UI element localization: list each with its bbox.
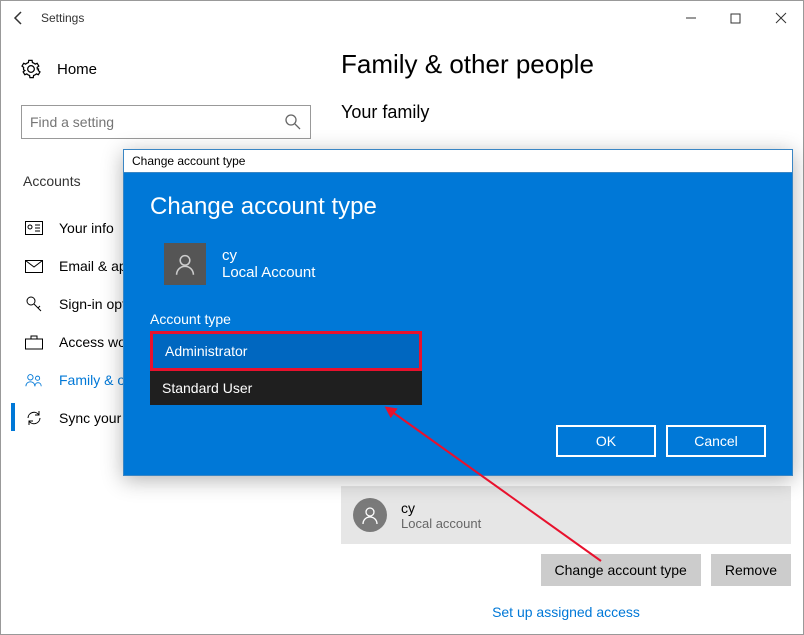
account-type-label: Account type [150,311,766,327]
ok-button[interactable]: OK [556,425,656,457]
remove-button[interactable]: Remove [711,554,791,586]
user-sub: Local account [401,516,481,531]
back-button[interactable] [11,10,41,26]
mail-icon [25,257,43,275]
page-title: Family & other people [341,49,781,80]
window-title: Settings [41,11,84,25]
nav-active-indicator [11,403,15,431]
dialog-title: Change account type [124,150,792,173]
dropdown-option-standard[interactable]: Standard User [150,371,422,405]
maximize-button[interactable] [713,3,758,33]
change-account-type-dialog: Change account type Change account type … [123,149,793,476]
dialog-user-sub: Local Account [222,264,315,281]
briefcase-icon [25,333,43,351]
avatar [164,243,206,285]
dialog-user-name: cy [222,247,315,264]
user-name: cy [401,500,481,516]
minimize-button[interactable] [668,3,713,33]
nav-label: Your info [59,220,114,236]
home-nav[interactable]: Home [21,59,311,79]
sync-icon [25,409,43,427]
close-button[interactable] [758,3,803,33]
account-type-dropdown[interactable]: Administrator Standard User [150,331,422,405]
content-area: Family & other people Your family [341,49,781,123]
cancel-button[interactable]: Cancel [666,425,766,457]
section-title: Your family [341,102,781,123]
setup-assigned-access-link[interactable]: Set up assigned access [341,604,791,620]
dialog-user: cy Local Account [164,243,766,285]
search-input[interactable] [30,114,284,130]
gear-icon [21,59,41,79]
search-box[interactable] [21,105,311,139]
user-card[interactable]: cy Local account [341,486,791,544]
window-titlebar: Settings [1,1,803,35]
change-account-type-button[interactable]: Change account type [541,554,701,586]
id-card-icon [25,219,43,237]
people-icon [25,371,43,389]
dropdown-option-administrator[interactable]: Administrator [150,331,422,371]
home-label: Home [57,61,97,78]
key-icon [25,295,43,313]
dialog-heading: Change account type [150,193,766,221]
avatar [353,498,387,532]
search-icon [284,113,302,131]
